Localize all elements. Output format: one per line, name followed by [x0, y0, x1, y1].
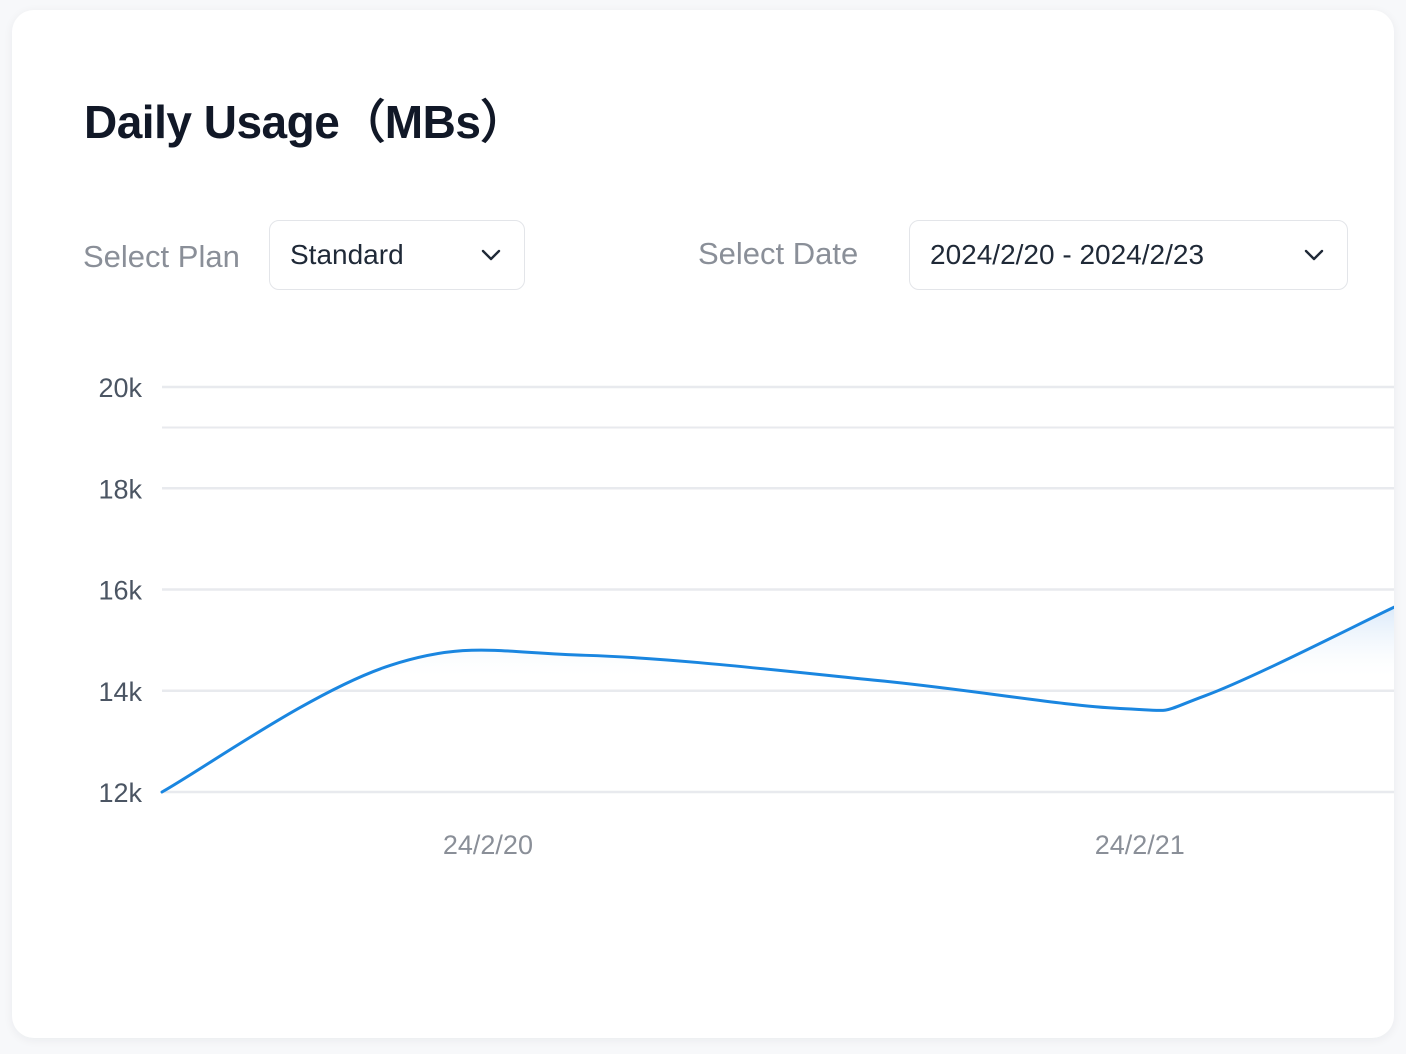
y-tick-label: 20k [98, 373, 142, 403]
y-tick-label: 18k [98, 474, 142, 504]
daily-usage-card: Daily Usage（MBs） Select Plan Standard Se… [12, 10, 1394, 1038]
x-tick-label: 24/2/20 [443, 830, 533, 860]
y-tick-label: 14k [98, 677, 142, 707]
y-tick-label: 16k [98, 576, 142, 606]
y-tick-label: 12k [98, 778, 142, 808]
usage-area-chart: 12k 14k 16k 18k 20k 24/2/20 24/2/21 [98, 373, 1394, 860]
x-tick-label: 24/2/21 [1095, 830, 1185, 860]
usage-area-fill [162, 607, 1394, 792]
